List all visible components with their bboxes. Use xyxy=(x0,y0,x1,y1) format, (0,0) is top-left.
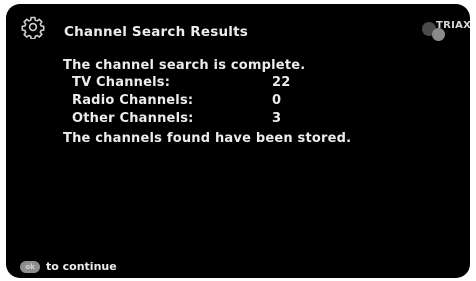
page-title: Channel Search Results xyxy=(64,24,249,40)
tv-channels-label: TV Channels: xyxy=(72,75,171,90)
stored-message: The channels found have been stored. xyxy=(63,131,352,146)
ok-button[interactable]: ok xyxy=(20,260,40,273)
footer-hint: ok to continue xyxy=(20,260,117,273)
other-channels-label: Other Channels: xyxy=(72,111,194,126)
continue-hint-text: to continue xyxy=(46,260,117,273)
gear-icon xyxy=(21,16,45,39)
triax-logo: TRIAX xyxy=(422,14,470,44)
tv-channels-count: 22 xyxy=(272,75,291,90)
radio-channels-count: 0 xyxy=(272,93,282,108)
brand-wordmark: TRIAX xyxy=(436,20,470,31)
tv-screen: Channel Search Results TRIAX The channel… xyxy=(6,4,470,278)
search-status-text: The channel search is complete. xyxy=(63,58,306,73)
other-channels-count: 3 xyxy=(272,111,282,126)
radio-channels-label: Radio Channels: xyxy=(72,93,194,108)
